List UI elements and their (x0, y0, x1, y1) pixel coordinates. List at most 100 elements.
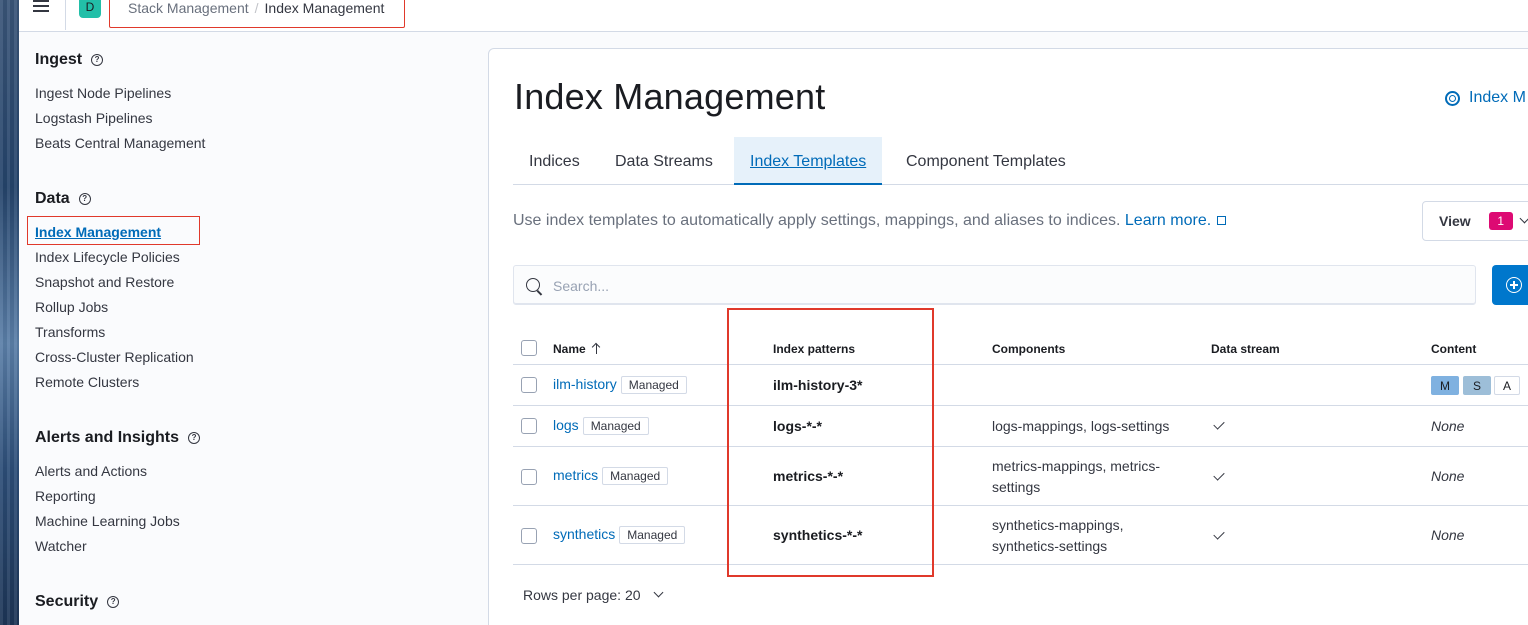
docs-link[interactable]: Index M (1445, 89, 1526, 107)
column-header-label: Name (553, 342, 586, 356)
search-icon (526, 278, 540, 292)
view-button-label: View (1439, 213, 1471, 229)
nav-item-index-management[interactable]: Index Management (35, 224, 161, 240)
tab-data-streams[interactable]: Data Streams (615, 137, 713, 185)
template-name-link[interactable]: synthetics (553, 526, 615, 542)
breadcrumb-stack-management[interactable]: Stack Management (128, 0, 249, 16)
page-description: Use index templates to automatically app… (513, 212, 1227, 230)
nav-group-data: Data? (35, 190, 91, 208)
nav-group-title: Ingest (35, 51, 83, 68)
help-icon[interactable]: ? (107, 596, 120, 608)
template-name-link[interactable]: metrics (553, 467, 598, 483)
help-icon[interactable]: ? (188, 432, 201, 444)
docs-link-label: Index M (1469, 89, 1526, 106)
content-settings-badge: S (1463, 376, 1491, 395)
check-icon (1213, 469, 1225, 481)
nav-item-transforms[interactable]: Transforms (35, 324, 105, 340)
nav-item-watcher[interactable]: Watcher (35, 538, 87, 554)
annotation-box-index-patterns (727, 308, 934, 577)
template-name-link[interactable]: logs (553, 417, 579, 433)
nav-item-snapshot-and-restore[interactable]: Snapshot and Restore (35, 274, 174, 290)
breadcrumb: Stack Management / Index Management (109, 0, 405, 28)
template-name-cell: logs Managed (553, 417, 649, 435)
managed-badge: Managed (620, 376, 687, 394)
view-filter-button[interactable]: View 1 (1422, 201, 1528, 241)
nav-group-ingest: Ingest? (35, 51, 104, 69)
row-checkbox[interactable] (521, 469, 537, 485)
template-name-cell: ilm-history Managed (553, 376, 687, 394)
breadcrumb-separator: / (254, 0, 259, 16)
table-row: metrics Managed metrics-*-* metrics-mappi… (513, 447, 1528, 506)
content-cell: None (1431, 527, 1465, 543)
rows-per-page-label: Rows per page: 20 (523, 587, 641, 603)
column-name-header[interactable]: Name (553, 342, 602, 356)
nav-item-rollup-jobs[interactable]: Rollup Jobs (35, 299, 108, 315)
table-row: synthetics Managed synthetics-*-* synthet… (513, 506, 1528, 565)
rows-per-page-selector[interactable]: Rows per page: 20 (523, 587, 663, 603)
create-template-button[interactable] (1492, 265, 1528, 305)
template-name-cell: metrics Managed (553, 467, 669, 485)
content-aliases-badge: A (1494, 376, 1520, 395)
description-text: Use index templates to automatically app… (513, 212, 1121, 229)
column-data-stream-header: Data stream (1211, 342, 1280, 356)
nav-item-alerts-and-actions[interactable]: Alerts and Actions (35, 463, 147, 479)
row-checkbox[interactable] (521, 528, 537, 544)
nav-group-security: Security? (35, 593, 120, 611)
nav-item-cross-cluster-replication[interactable]: Cross-Cluster Replication (35, 349, 194, 365)
page-title: Index Management (514, 76, 826, 117)
view-count-badge: 1 (1488, 212, 1513, 230)
chevron-down-icon (1519, 213, 1528, 223)
help-icon[interactable]: ? (78, 193, 91, 205)
tab-indices[interactable]: Indices (529, 137, 580, 185)
content-cell: None (1431, 418, 1465, 434)
nav-item-remote-clusters[interactable]: Remote Clusters (35, 374, 139, 390)
help-lifebuoy-icon (1445, 90, 1460, 106)
menu-icon[interactable] (33, 0, 51, 14)
row-checkbox[interactable] (521, 418, 537, 434)
plus-circle-icon (1506, 277, 1522, 293)
search-input[interactable] (553, 275, 1453, 297)
nav-item-index-lifecycle-policies[interactable]: Index Lifecycle Policies (35, 249, 180, 265)
background-strip (0, 0, 19, 625)
nav-item-logstash-pipelines[interactable]: Logstash Pipelines (35, 110, 153, 126)
content-mappings-badge: M (1431, 376, 1459, 395)
table-row: logs Managed logs-*-* logs-mappings, logs… (513, 406, 1528, 447)
learn-more-label: Learn more. (1124, 212, 1212, 229)
tab-bar: Indices Data Streams Index Templates Com… (513, 137, 1528, 185)
nav-group-alerts-and-insights: Alerts and Insights? (35, 429, 201, 447)
table-header: Name Index patterns Components Data stre… (513, 331, 1528, 365)
space-avatar[interactable]: D (79, 0, 101, 18)
select-all-checkbox[interactable] (521, 340, 537, 356)
managed-badge: Managed (602, 467, 669, 485)
nav-group-title: Alerts and Insights (35, 429, 180, 446)
nav-group-title: Data (35, 190, 70, 207)
tab-index-templates[interactable]: Index Templates (734, 137, 883, 185)
side-nav: Ingest? Ingest Node Pipelines Logstash P… (19, 32, 489, 625)
nav-group-title: Security (35, 593, 99, 610)
tab-component-templates[interactable]: Component Templates (906, 137, 1066, 185)
nav-item-beats-central-management[interactable]: Beats Central Management (35, 135, 205, 151)
breadcrumb-index-management: Index Management (264, 0, 385, 16)
external-link-icon (1217, 216, 1227, 225)
nav-item-machine-learning-jobs[interactable]: Machine Learning Jobs (35, 513, 180, 529)
check-icon (1213, 418, 1225, 430)
column-components-header: Components (992, 342, 1066, 356)
content-cell: None (1431, 468, 1465, 484)
sort-ascending-icon (592, 343, 602, 354)
main-panel: Index Management Index M Indices Data St… (488, 48, 1528, 625)
nav-item-ingest-node-pipelines[interactable]: Ingest Node Pipelines (35, 85, 171, 101)
nav-item-reporting[interactable]: Reporting (35, 488, 96, 504)
check-icon (1213, 528, 1225, 540)
learn-more-link[interactable]: Learn more. (1124, 212, 1227, 229)
table-row: ilm-history Managed ilm-history-3* M S A (513, 365, 1528, 406)
search-bar (513, 265, 1476, 305)
top-header: D Stack Management / Index Management (19, 0, 1528, 32)
components-cell: synthetics-mappings, synthetics-settings (992, 517, 1124, 554)
template-name-link[interactable]: ilm-history (553, 376, 617, 392)
managed-badge: Managed (582, 417, 649, 435)
components-cell: logs-mappings, logs-settings (992, 418, 1170, 434)
help-icon[interactable]: ? (91, 54, 104, 66)
managed-badge: Managed (619, 526, 686, 544)
row-checkbox[interactable] (521, 377, 537, 393)
column-content-header: Content (1431, 342, 1477, 356)
